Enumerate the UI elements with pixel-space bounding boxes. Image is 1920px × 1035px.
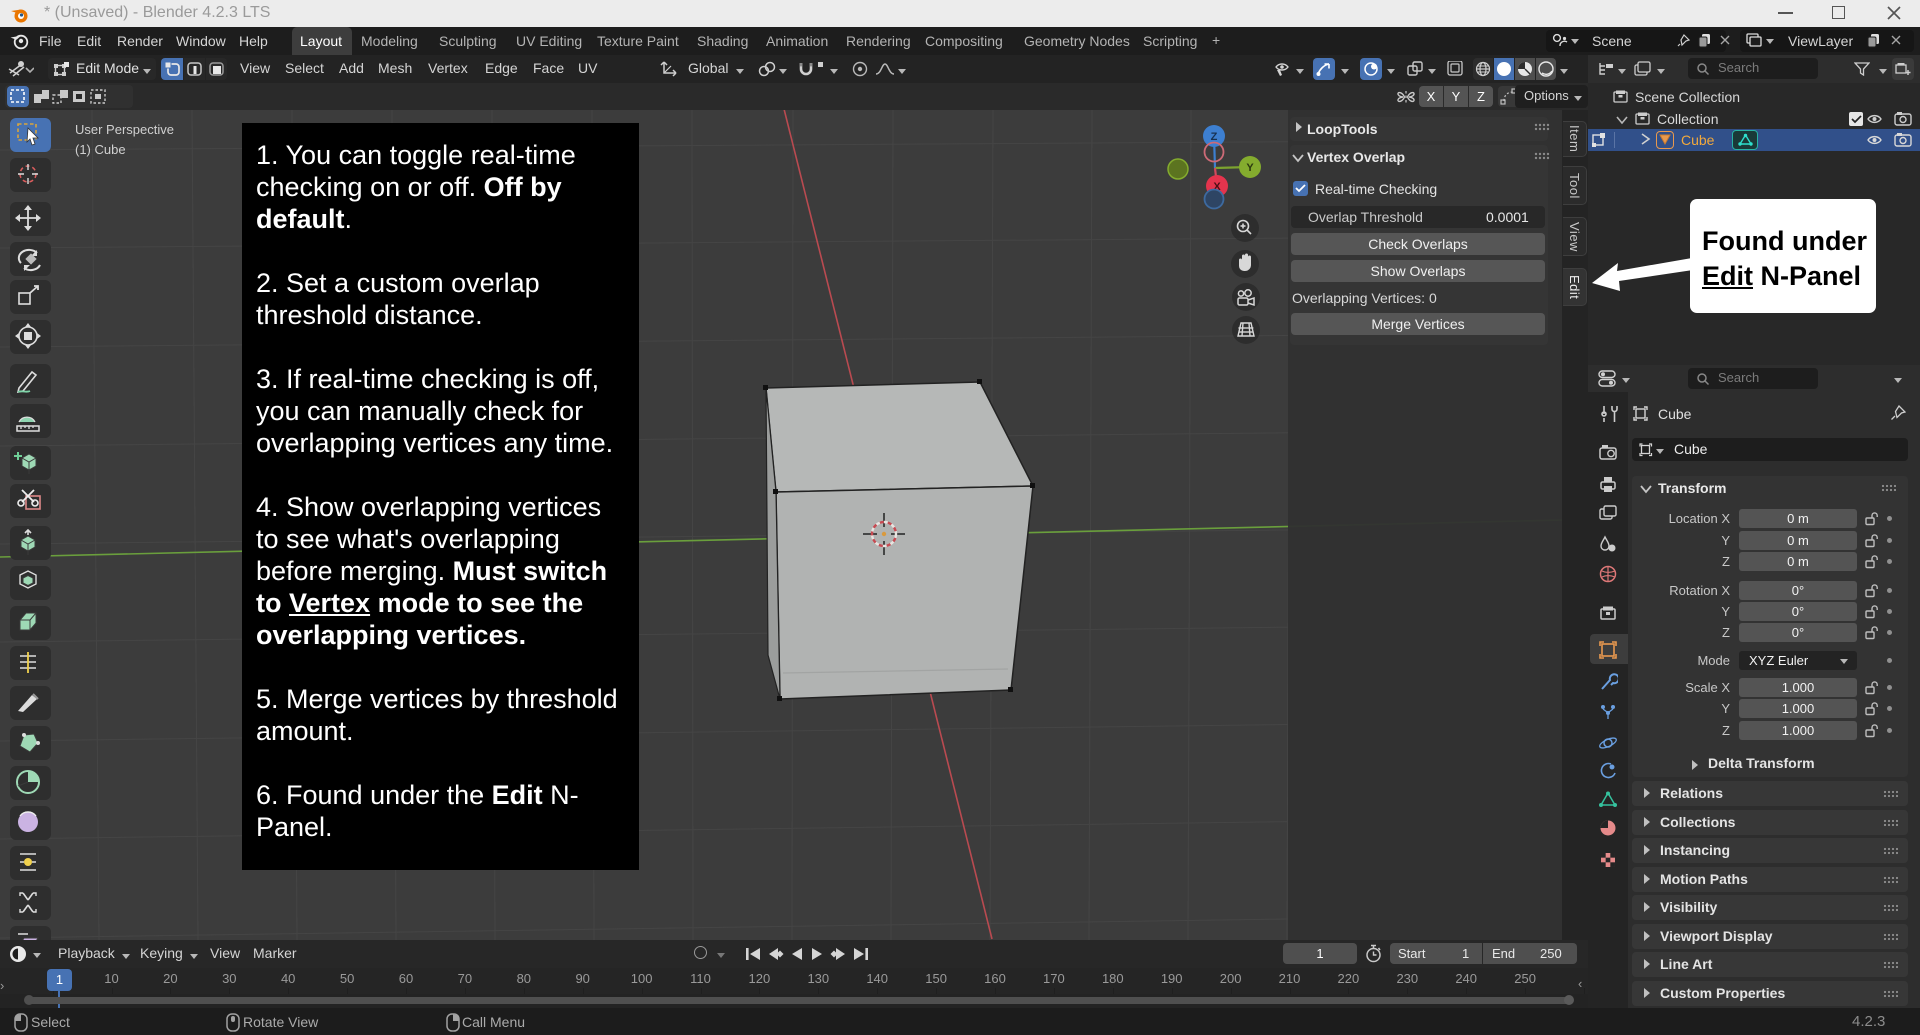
svg-text:Z: Z bbox=[1211, 131, 1218, 143]
svg-text:Y: Y bbox=[1246, 162, 1254, 174]
